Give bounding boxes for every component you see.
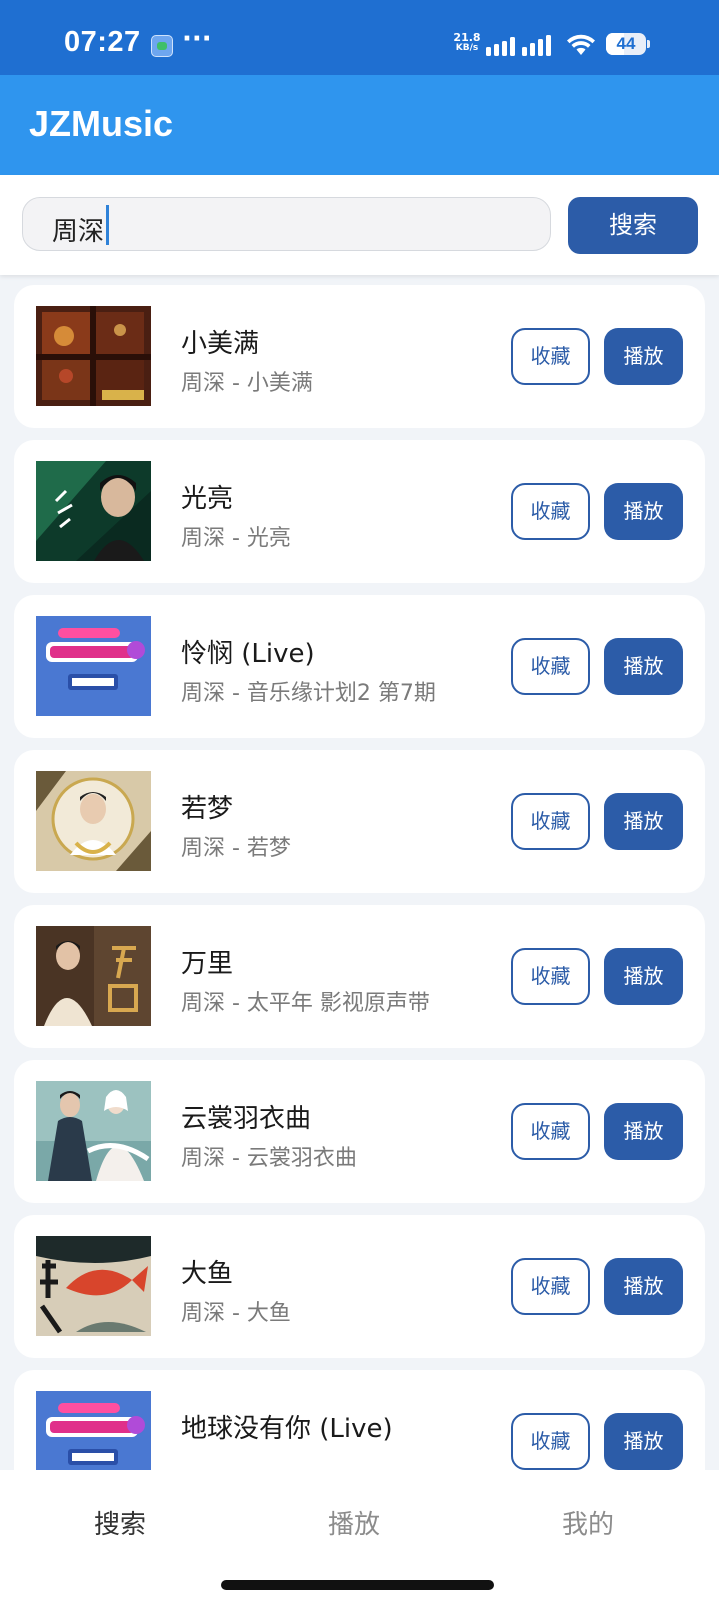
status-time: 07:27 — [64, 26, 141, 58]
song-artist-album: 周深 - 大鱼 — [181, 1301, 291, 1326]
favorite-button[interactable]: 收藏 — [511, 638, 590, 695]
song-title: 光亮 — [181, 484, 234, 514]
search-area: 周深 搜索 — [0, 175, 719, 275]
favorite-button[interactable]: 收藏 — [511, 1103, 590, 1160]
song-title: 万里 — [181, 949, 234, 979]
search-input[interactable] — [22, 197, 551, 251]
favorite-button[interactable]: 收藏 — [511, 793, 590, 850]
song-card[interactable]: 地球没有你 (Live) 收藏 播放 — [14, 1370, 705, 1470]
battery-tip — [647, 40, 650, 48]
network-speed-unit: KB/s — [455, 43, 479, 53]
search-button[interactable]: 搜索 — [568, 197, 698, 254]
song-title: 地球没有你 (Live) — [181, 1414, 393, 1444]
battery-level: 44 — [616, 34, 636, 53]
favorite-button[interactable]: 收藏 — [511, 1258, 590, 1315]
notification-app-icon — [151, 35, 173, 57]
album-cover-show-logo-icon — [36, 1391, 151, 1470]
song-artist-album: 周深 - 小美满 — [181, 371, 313, 396]
song-card[interactable]: 怜悯 (Live) 周深 - 音乐缘计划2 第7期 收藏 播放 — [14, 595, 705, 738]
album-cover-costume-duo-icon — [36, 1081, 151, 1181]
home-indicator[interactable] — [221, 1580, 494, 1590]
song-title: 怜悯 (Live) — [181, 639, 315, 669]
album-cover-circle-portrait-icon — [36, 771, 151, 871]
song-card[interactable]: 大鱼周深 - 大鱼 收藏 播放 — [14, 1215, 705, 1358]
network-speed-value: 21.8 — [453, 31, 481, 44]
tab-mine[interactable]: 我的 — [468, 1504, 708, 1541]
album-cover-show-logo-icon — [36, 616, 151, 716]
search-results-list[interactable]: 小美满 周深 - 小美满 收藏 播放 光亮 周深 - 光亮 收藏 播放 怜悯 (Live) 周深 … — [0, 275, 719, 1470]
status-bar: 07:27 ··· 21.8 KB/s 44 — [0, 0, 719, 75]
album-cover-warm-window-icon — [36, 306, 151, 406]
song-card[interactable]: 若梦周深 - 若梦 收藏 播放 — [14, 750, 705, 893]
favorite-button[interactable]: 收藏 — [511, 328, 590, 385]
tab-search[interactable]: 搜索 — [0, 1504, 240, 1541]
bottom-navigation: 搜索 播放 我的 — [0, 1470, 719, 1600]
more-notifications-icon: ··· — [182, 24, 212, 54]
wifi-icon — [567, 34, 595, 55]
song-artist-album: 周深 - 若梦 — [181, 836, 291, 861]
song-title: 大鱼 — [181, 1259, 234, 1289]
song-artist-album: 周深 - 云裳羽衣曲 — [181, 1146, 357, 1171]
network-speed: 21.8 KB/s — [452, 32, 482, 54]
favorite-button[interactable]: 收藏 — [511, 948, 590, 1005]
favorite-button[interactable]: 收藏 — [511, 483, 590, 540]
play-button[interactable]: 播放 — [604, 328, 683, 385]
song-artist-album: 周深 - 太平年 影视原声带 — [181, 991, 430, 1016]
favorite-button[interactable]: 收藏 — [511, 1413, 590, 1470]
app-title: JZMusic — [29, 103, 174, 144]
battery-body: 44 — [606, 33, 646, 55]
song-card[interactable]: 小美满周深 - 小美满 收藏 播放 — [14, 285, 705, 428]
signal-icon — [486, 35, 551, 56]
play-button[interactable]: 播放 — [604, 638, 683, 695]
song-card[interactable]: 云裳羽衣曲周深 - 云裳羽衣曲 收藏 播放 — [14, 1060, 705, 1203]
play-button[interactable]: 播放 — [604, 483, 683, 540]
play-button[interactable]: 播放 — [604, 1413, 683, 1470]
song-card[interactable]: 光亮周深 - 光亮 收藏 播放 — [14, 440, 705, 583]
album-cover-brown-portrait-icon — [36, 926, 151, 1026]
battery-icon: 44 — [606, 33, 650, 57]
song-card[interactable]: 万里周深 - 太平年 影视原声带 收藏 播放 — [14, 905, 705, 1048]
song-title: 小美满 — [181, 329, 260, 359]
play-button[interactable]: 播放 — [604, 793, 683, 850]
song-artist-album: 周深 - 光亮 — [181, 526, 291, 551]
app-bar: JZMusic — [0, 75, 719, 175]
play-button[interactable]: 播放 — [604, 948, 683, 1005]
song-title: 若梦 — [181, 794, 234, 824]
song-title: 云裳羽衣曲 — [181, 1104, 312, 1134]
tab-play[interactable]: 播放 — [234, 1504, 474, 1541]
album-cover-red-fish-icon — [36, 1236, 151, 1336]
album-cover-green-portrait-icon — [36, 461, 151, 561]
play-button[interactable]: 播放 — [604, 1103, 683, 1160]
text-cursor — [106, 205, 109, 245]
play-button[interactable]: 播放 — [604, 1258, 683, 1315]
song-artist-album: 周深 - 音乐缘计划2 第7期 — [181, 681, 436, 706]
